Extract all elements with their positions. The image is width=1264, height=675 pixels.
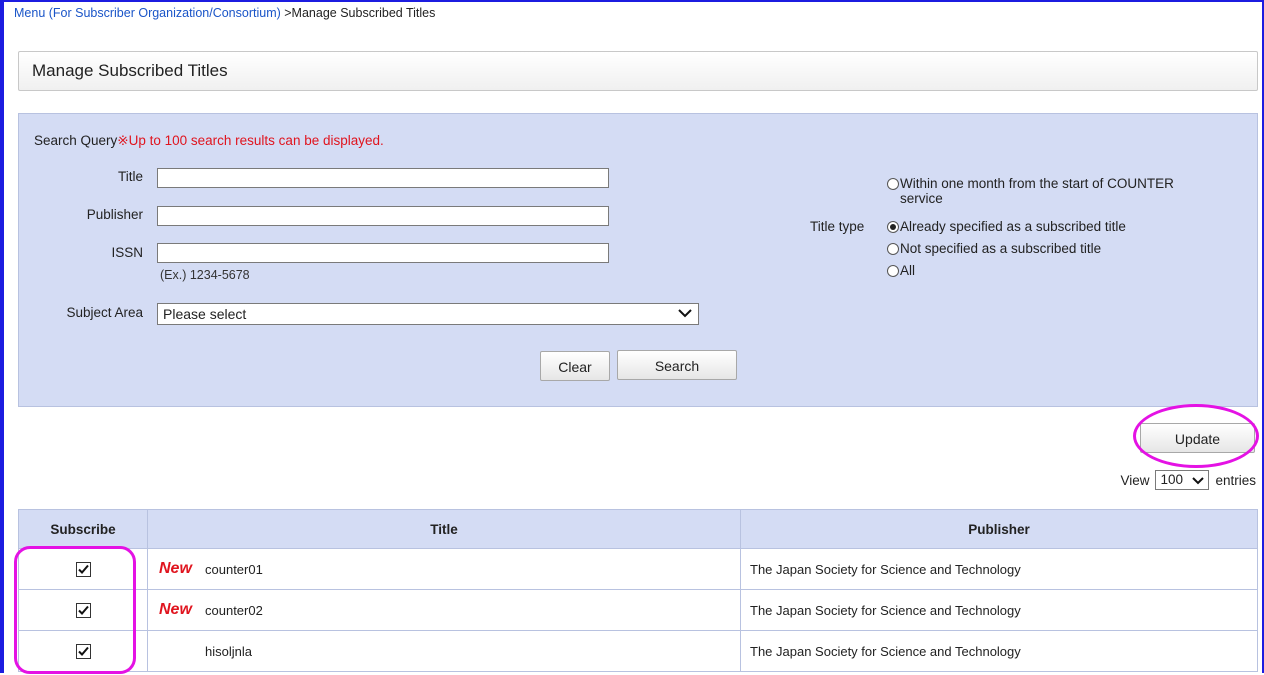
entries-per-page: View 100 entries (1120, 470, 1256, 490)
title-text: counter02 (205, 603, 263, 619)
update-button[interactable]: Update (1140, 423, 1255, 453)
title-type-option-label: Not specified as a subscribed title (900, 241, 1102, 256)
subscribe-checkbox[interactable] (75, 562, 91, 578)
column-header-publisher: Publisher (740, 509, 1258, 549)
subscribe-cell (18, 630, 148, 672)
checkmark-icon (77, 646, 89, 657)
table-row: hisoljnla The Japan Society for Science … (18, 630, 1258, 672)
new-badge: New (159, 560, 192, 577)
new-badge: New (159, 601, 192, 618)
radio-already-subscribed[interactable] (887, 221, 899, 233)
subscribe-cell (18, 589, 148, 631)
issn-hint: (Ex.) 1234-5678 (160, 268, 250, 282)
subject-area-select[interactable]: Please select (157, 303, 699, 325)
title-text: counter01 (205, 562, 263, 578)
title-type-label: Title type (810, 219, 865, 234)
publisher-input[interactable] (157, 206, 609, 226)
table-header-row: Subscribe Title Publisher (18, 509, 1258, 549)
subscribe-checkbox[interactable] (75, 603, 91, 619)
issn-input[interactable] (157, 243, 609, 263)
table-row: New counter01 The Japan Society for Scien… (18, 548, 1258, 590)
title-type-option-label-cont: service (900, 191, 943, 206)
search-limit-note: ※Up to 100 search results can be display… (117, 133, 384, 148)
search-query-heading: Search Query※Up to 100 search results ca… (34, 133, 384, 149)
subscribe-cell (18, 548, 148, 590)
clear-button[interactable]: Clear (540, 351, 610, 381)
subject-area-label: Subject Area (66, 305, 143, 320)
column-header-title: Title (147, 509, 741, 549)
breadcrumb-current: >Manage Subscribed Titles (280, 6, 436, 20)
radio-all[interactable] (887, 265, 899, 277)
results-table: Subscribe Title Publisher New counter01 T… (18, 509, 1258, 672)
publisher-text: The Japan Society for Science and Techno… (750, 602, 1021, 618)
title-label: Title (117, 169, 143, 184)
title-type-option-not-subscribed[interactable]: Not specified as a subscribed title (887, 241, 1101, 256)
view-suffix: entries (1215, 472, 1256, 488)
publisher-text: The Japan Society for Science and Techno… (750, 561, 1021, 577)
search-query-label: Search Query (34, 133, 118, 148)
title-type-option-subscribed[interactable]: Already specified as a subscribed title (887, 219, 1126, 234)
radio-within-month[interactable] (887, 178, 899, 190)
search-button[interactable]: Search (617, 350, 737, 380)
subscribe-checkbox[interactable] (75, 644, 91, 660)
checkmark-icon (77, 605, 89, 616)
title-text: hisoljnla (205, 644, 252, 660)
view-prefix: View (1120, 472, 1150, 488)
breadcrumb: Menu (For Subscriber Organization/Consor… (14, 6, 435, 20)
title-input[interactable] (157, 168, 609, 188)
radio-not-subscribed[interactable] (887, 243, 899, 255)
title-cell: New counter01 (147, 548, 741, 590)
page-title: Manage Subscribed Titles (32, 61, 228, 80)
publisher-label: Publisher (86, 207, 143, 222)
title-cell: New counter02 (147, 589, 741, 631)
publisher-cell: The Japan Society for Science and Techno… (740, 548, 1258, 590)
subject-area-selected: Please select (163, 306, 247, 322)
column-header-subscribe: Subscribe (18, 509, 148, 549)
table-row: New counter02 The Japan Society for Scien… (18, 589, 1258, 631)
title-type-option-label: Already specified as a subscribed title (900, 219, 1126, 234)
entries-select[interactable]: 100 (1155, 470, 1210, 490)
chevron-down-icon (1192, 477, 1205, 485)
page-title-bar: Manage Subscribed Titles (18, 51, 1258, 91)
chevron-down-icon (678, 309, 692, 318)
title-type-option-all[interactable]: All (887, 263, 915, 278)
checkmark-icon (77, 564, 89, 575)
title-cell: hisoljnla (147, 630, 741, 672)
title-type-option-label: Within one month from the start of COUNT… (900, 176, 1174, 191)
breadcrumb-menu-link[interactable]: Menu (For Subscriber Organization/Consor… (14, 6, 281, 20)
publisher-cell: The Japan Society for Science and Techno… (740, 630, 1258, 672)
issn-label: ISSN (111, 245, 143, 260)
title-type-option-counter[interactable]: Within one month from the start of COUNT… (887, 176, 1174, 206)
title-type-option-label: All (900, 263, 916, 278)
entries-selected: 100 (1160, 472, 1183, 487)
publisher-text: The Japan Society for Science and Techno… (750, 643, 1021, 659)
publisher-cell: The Japan Society for Science and Techno… (740, 589, 1258, 631)
search-panel: Search Query※Up to 100 search results ca… (18, 113, 1258, 407)
